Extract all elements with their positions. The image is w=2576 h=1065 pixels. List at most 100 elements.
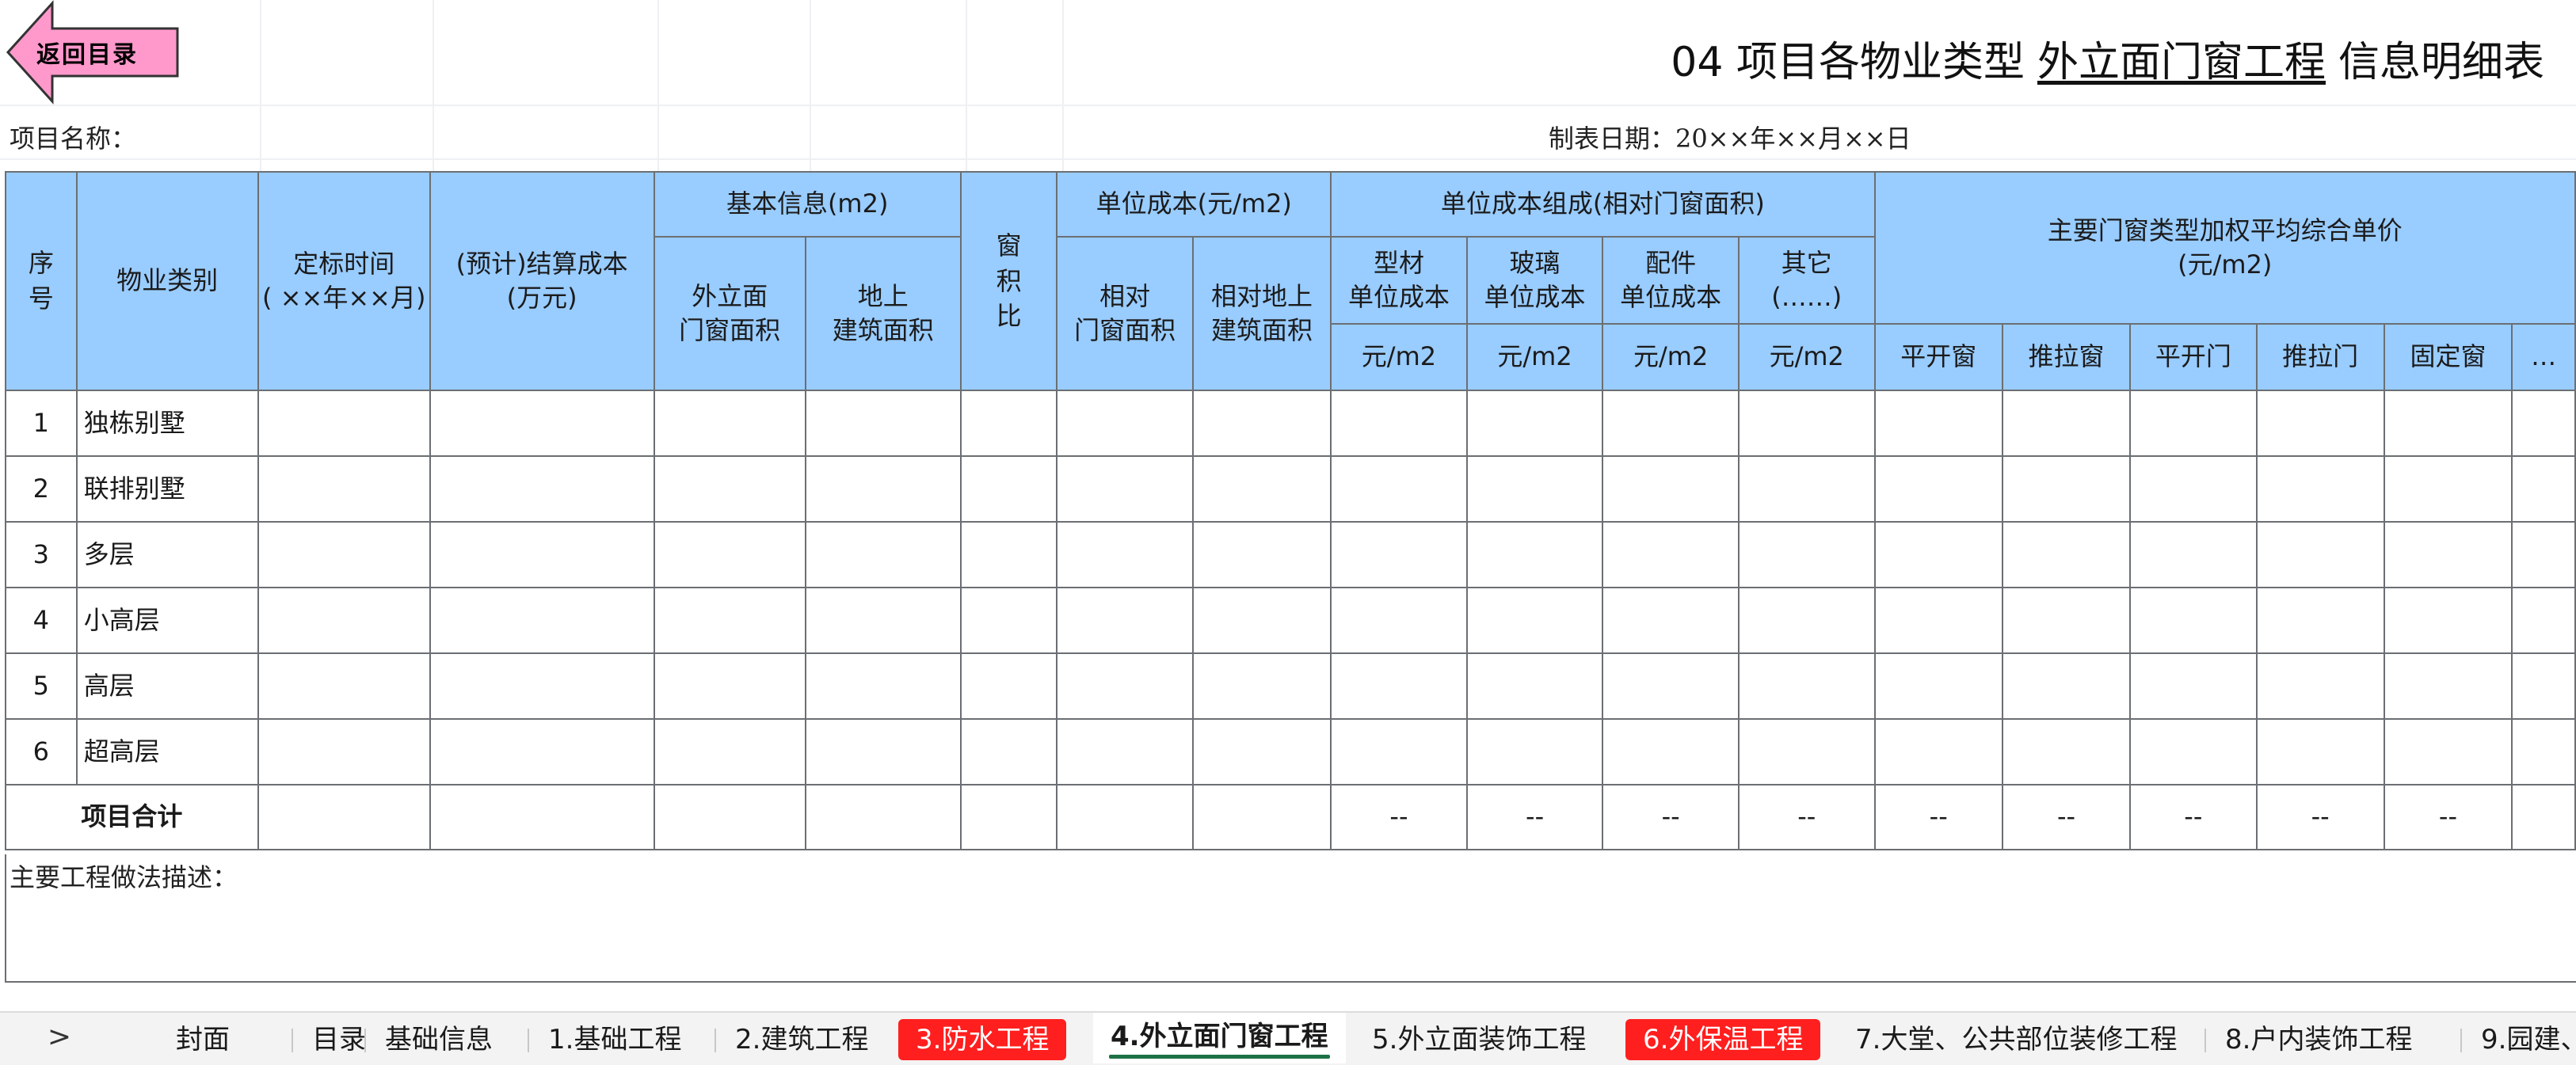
- row-property-name[interactable]: 联排别墅: [75, 455, 259, 523]
- table-cell[interactable]: [429, 455, 655, 523]
- table-cell[interactable]: [1737, 455, 1876, 523]
- table-cell[interactable]: [653, 587, 806, 654]
- table-cell[interactable]: [804, 587, 962, 654]
- table-cell[interactable]: [2511, 390, 2576, 457]
- sheet-tab[interactable]: 2.建筑工程: [718, 1019, 886, 1060]
- table-cell[interactable]: [959, 390, 1058, 457]
- total-dash-cell[interactable]: --: [1465, 784, 1604, 850]
- table-cell[interactable]: [2001, 718, 2132, 785]
- table-cell[interactable]: [257, 390, 431, 457]
- total-dash-cell[interactable]: --: [1873, 784, 2003, 850]
- table-cell[interactable]: [959, 455, 1058, 523]
- table-cell[interactable]: [1330, 587, 1468, 654]
- sheet-tab[interactable]: 3.防水工程: [898, 1019, 1067, 1060]
- table-cell[interactable]: [257, 455, 431, 523]
- table-cell[interactable]: [1465, 455, 1604, 523]
- row-seq[interactable]: 3: [5, 521, 78, 588]
- table-cell[interactable]: [2511, 652, 2576, 720]
- total-dash-cell[interactable]: --: [1602, 784, 1740, 850]
- table-cell[interactable]: [429, 718, 655, 785]
- back-to-directory-button[interactable]: 返回目录: [5, 0, 181, 105]
- table-cell[interactable]: [1873, 521, 2003, 588]
- table-cell[interactable]: [2255, 455, 2385, 523]
- row-property-name[interactable]: 多层: [75, 521, 259, 588]
- table-cell[interactable]: [1465, 587, 1604, 654]
- table-cell[interactable]: [1873, 718, 2003, 785]
- table-cell[interactable]: [1737, 652, 1876, 720]
- table-cell[interactable]: [653, 455, 806, 523]
- table-cell[interactable]: [2383, 455, 2513, 523]
- table-cell[interactable]: [1737, 521, 1876, 588]
- table-cell[interactable]: [2255, 587, 2385, 654]
- table-cell[interactable]: [1191, 784, 1332, 850]
- table-cell[interactable]: [804, 390, 962, 457]
- sheet-tab[interactable]: 8.户内装饰工程: [2208, 1019, 2429, 1060]
- table-cell[interactable]: [1191, 390, 1332, 457]
- total-dash-cell[interactable]: --: [2383, 784, 2513, 850]
- table-cell[interactable]: [2383, 587, 2513, 654]
- row-seq[interactable]: 4: [5, 587, 78, 654]
- row-seq[interactable]: 6: [5, 718, 78, 785]
- table-cell[interactable]: [2511, 784, 2576, 850]
- table-cell[interactable]: [257, 718, 431, 785]
- row-seq[interactable]: 5: [5, 652, 78, 720]
- table-cell[interactable]: [1873, 390, 2003, 457]
- table-cell[interactable]: [1056, 455, 1194, 523]
- table-cell[interactable]: [1330, 521, 1468, 588]
- table-cell[interactable]: [429, 652, 655, 720]
- table-cell[interactable]: [2511, 455, 2576, 523]
- table-cell[interactable]: [804, 455, 962, 523]
- table-cell[interactable]: [653, 521, 806, 588]
- table-cell[interactable]: [959, 652, 1058, 720]
- table-cell[interactable]: [429, 587, 655, 654]
- total-dash-cell[interactable]: --: [2129, 784, 2258, 850]
- table-cell[interactable]: [2129, 718, 2258, 785]
- table-cell[interactable]: [2511, 587, 2576, 654]
- table-cell[interactable]: [1465, 652, 1604, 720]
- sheet-tab[interactable]: 4.外立面门窗工程: [1093, 1013, 1346, 1063]
- table-cell[interactable]: [653, 784, 806, 850]
- table-cell[interactable]: [1465, 390, 1604, 457]
- table-cell[interactable]: [1873, 455, 2003, 523]
- table-cell[interactable]: [2001, 390, 2132, 457]
- table-cell[interactable]: [1330, 718, 1468, 785]
- table-cell[interactable]: [2511, 521, 2576, 588]
- table-cell[interactable]: [1056, 587, 1194, 654]
- table-cell[interactable]: [1602, 390, 1740, 457]
- table-cell[interactable]: [653, 718, 806, 785]
- table-cell[interactable]: [2001, 652, 2132, 720]
- table-cell[interactable]: [257, 521, 431, 588]
- sheet-tab[interactable]: 6.外保温工程: [1625, 1019, 1821, 1060]
- table-cell[interactable]: [2255, 521, 2385, 588]
- table-cell[interactable]: [1330, 390, 1468, 457]
- table-cell[interactable]: [959, 718, 1058, 785]
- table-cell[interactable]: [1737, 390, 1876, 457]
- table-cell[interactable]: [1602, 652, 1740, 720]
- table-cell[interactable]: [2383, 718, 2513, 785]
- sheet-tab[interactable]: 基础信息: [368, 1019, 510, 1060]
- total-dash-cell[interactable]: --: [1330, 784, 1468, 850]
- sheet-tab[interactable]: 9.园建、: [2464, 1019, 2576, 1060]
- table-cell[interactable]: [2255, 718, 2385, 785]
- table-cell[interactable]: [257, 652, 431, 720]
- table-cell[interactable]: [429, 521, 655, 588]
- table-cell[interactable]: [804, 652, 962, 720]
- total-dash-cell[interactable]: --: [2255, 784, 2385, 850]
- table-cell[interactable]: [1737, 718, 1876, 785]
- table-cell[interactable]: [959, 587, 1058, 654]
- row-property-name[interactable]: 小高层: [75, 587, 259, 654]
- table-cell[interactable]: [2001, 521, 2132, 588]
- table-cell[interactable]: [1056, 521, 1194, 588]
- table-cell[interactable]: [2383, 390, 2513, 457]
- table-cell[interactable]: [653, 652, 806, 720]
- sheet-tab[interactable]: 7.大堂、公共部位装修工程: [1838, 1019, 2194, 1060]
- table-cell[interactable]: [1873, 652, 2003, 720]
- table-cell[interactable]: [429, 390, 655, 457]
- table-cell[interactable]: [2383, 652, 2513, 720]
- table-cell[interactable]: [1602, 718, 1740, 785]
- table-cell[interactable]: [1191, 521, 1332, 588]
- sheet-tab[interactable]: 1.基础工程: [531, 1019, 699, 1060]
- table-cell[interactable]: [257, 587, 431, 654]
- total-dash-cell[interactable]: --: [2001, 784, 2132, 850]
- table-cell[interactable]: [1191, 587, 1332, 654]
